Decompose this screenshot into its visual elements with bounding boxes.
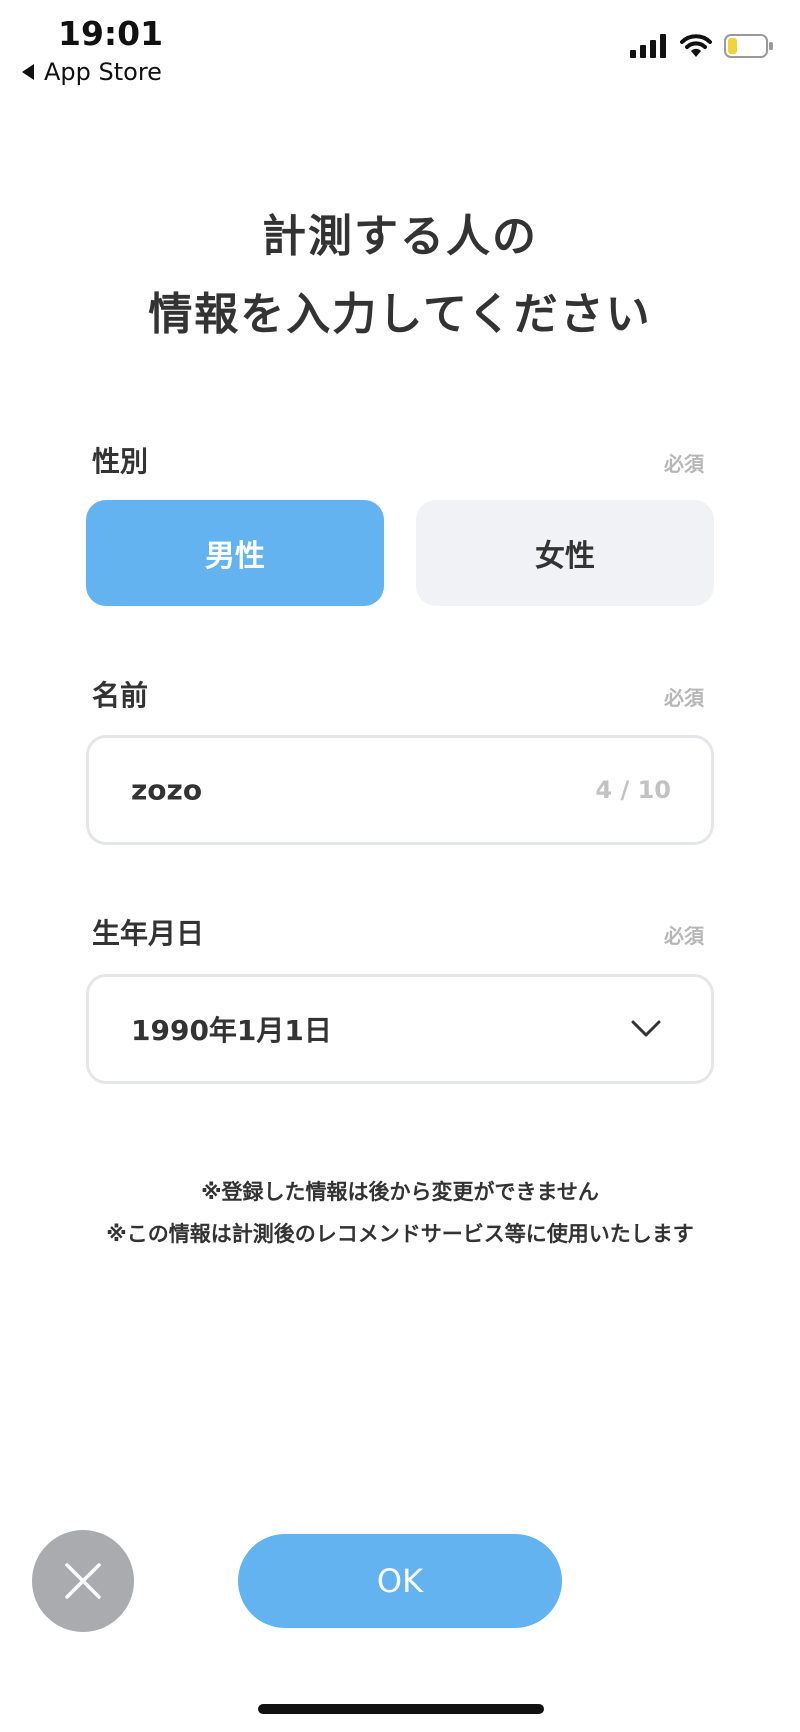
back-to-app-store[interactable]: App Store (22, 58, 162, 86)
back-arrow-icon (22, 64, 34, 80)
status-time: 19:01 (58, 14, 164, 53)
birthday-required-badge: 必須 (664, 924, 704, 948)
gender-male-button[interactable]: 男性 (86, 500, 384, 606)
screen: 19:01 App Store 計測する人の 情報を入力してください 性別 必須… (0, 0, 800, 1732)
home-indicator[interactable] (258, 1704, 544, 1714)
name-label: 名前 (92, 679, 149, 712)
birthday-select-value: 1990年1月1日 (131, 1014, 332, 1047)
page-title-line1: 計測する人の (262, 211, 538, 262)
wifi-icon (680, 34, 712, 57)
battery-icon (724, 34, 773, 58)
back-label: App Store (44, 58, 162, 86)
status-icons (630, 34, 774, 58)
close-icon (65, 1563, 101, 1599)
birthday-label: 生年月日 (92, 917, 205, 950)
chevron-down-icon (631, 1020, 661, 1037)
ok-button[interactable]: OK (238, 1534, 562, 1628)
birthday-select[interactable]: 1990年1月1日 (86, 974, 714, 1084)
note-usage: ※この情報は計測後のレコメンドサービス等に使用いたします (106, 1222, 694, 1246)
name-char-counter: 4 / 10 (595, 776, 671, 804)
signal-icon (630, 34, 666, 58)
name-input-value: zozo (131, 773, 203, 807)
gender-label: 性別 (92, 445, 149, 478)
note-no-change: ※登録した情報は後から変更ができません (201, 1180, 599, 1204)
name-required-badge: 必須 (664, 686, 704, 710)
gender-female-button[interactable]: 女性 (416, 500, 714, 606)
gender-required-badge: 必須 (664, 452, 704, 476)
page-title: 計測する人の 情報を入力してください (0, 198, 800, 354)
name-input[interactable]: zozo 4 / 10 (86, 735, 714, 845)
close-button[interactable] (32, 1530, 134, 1632)
page-title-line2: 情報を入力してください (148, 289, 652, 340)
